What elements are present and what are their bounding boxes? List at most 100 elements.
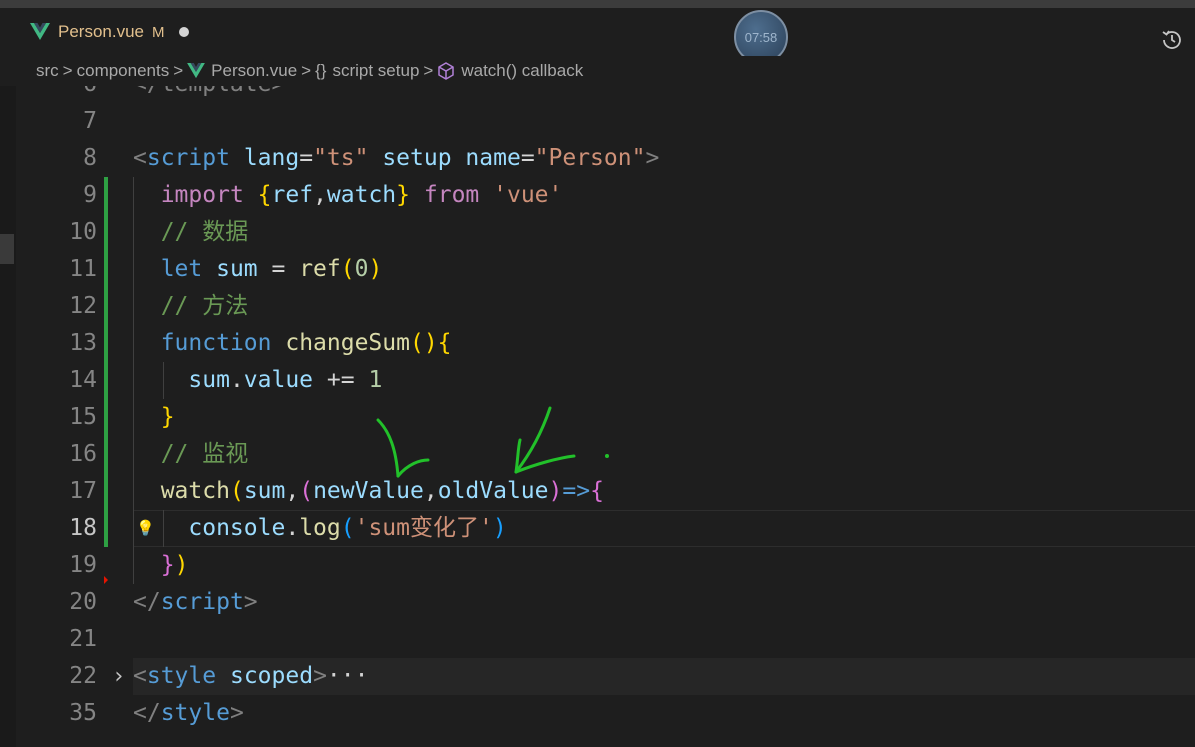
- code-token: watch: [326, 182, 397, 208]
- code-text: // 数据: [133, 214, 249, 251]
- code-text: let sum = ref(0): [133, 251, 383, 288]
- code-line-partial: 6 </template>: [0, 86, 1195, 103]
- code-token: </: [133, 589, 161, 615]
- code-token: >: [313, 663, 327, 689]
- code-line[interactable]: 14 sum.value += 1: [0, 362, 1195, 399]
- code-line[interactable]: 19 }): [0, 547, 1195, 584]
- code-token: function: [160, 330, 272, 356]
- code-token: sum: [188, 367, 230, 393]
- code-token: value: [243, 367, 314, 393]
- code-token: .: [285, 515, 300, 541]
- breadcrumb-item-components[interactable]: components: [77, 61, 170, 81]
- code-token: ): [368, 256, 383, 282]
- line-number: 11: [69, 256, 97, 282]
- code-token: from: [423, 182, 480, 208]
- code-token: setup: [382, 145, 452, 171]
- line-number: 14: [69, 367, 97, 393]
- code-token: }: [396, 182, 411, 208]
- code-line[interactable]: › 22 <style scoped>···: [0, 658, 1195, 695]
- code-token: <: [133, 663, 147, 689]
- code-editor[interactable]: 6 </template> 7 8 <script lang="ts" setup …: [0, 86, 1195, 747]
- tab-modified-indicator: M: [152, 23, 165, 41]
- code-token: let: [160, 256, 203, 282]
- code-token: ref: [271, 182, 314, 208]
- editor-tab[interactable]: Person.vue M: [16, 10, 206, 54]
- code-line[interactable]: 💡 18 console.log('sum变化了'): [0, 510, 1195, 547]
- code-text: function changeSum(){: [133, 325, 452, 362]
- code-token: log: [299, 515, 341, 541]
- breadcrumb: src > components > Person.vue > {} scrip…: [0, 56, 1195, 86]
- breadcrumb-item-watch-callback[interactable]: watch() callback: [461, 61, 583, 81]
- code-token: <: [133, 145, 147, 171]
- code-token: import: [160, 182, 244, 208]
- code-line[interactable]: 7: [0, 103, 1195, 140]
- breadcrumb-item-script-setup[interactable]: script setup: [332, 61, 419, 81]
- code-line[interactable]: 35 </style>: [0, 695, 1195, 732]
- code-token: >: [243, 589, 258, 615]
- code-text: <script lang="ts" setup name="Person">: [133, 140, 659, 177]
- code-token: "Person": [534, 145, 646, 171]
- fold-chevron-icon[interactable]: ›: [112, 658, 125, 695]
- code-line[interactable]: 12 // 方法: [0, 288, 1195, 325]
- code-token: (: [229, 478, 244, 504]
- code-line[interactable]: 13 function changeSum(){: [0, 325, 1195, 362]
- code-line[interactable]: 9 import {ref,watch} from 'vue': [0, 177, 1195, 214]
- vue-icon: [187, 63, 206, 79]
- code-token: 0: [354, 256, 369, 282]
- code-token: name: [465, 145, 521, 171]
- breadcrumb-separator: >: [173, 61, 184, 80]
- code-line[interactable]: 10 // 数据: [0, 214, 1195, 251]
- code-token: +=: [313, 367, 369, 393]
- line-number: 6: [0, 86, 97, 103]
- history-icon[interactable]: [1160, 28, 1184, 52]
- code-token: 1: [368, 367, 383, 393]
- code-token: // 数据: [160, 219, 249, 245]
- code-line[interactable]: 8 <script lang="ts" setup name="Person">: [0, 140, 1195, 177]
- code-token: changeSum: [285, 330, 410, 356]
- diff-deleted-marker: [104, 576, 108, 584]
- breadcrumb-item-src[interactable]: src: [36, 61, 59, 81]
- code-token: sum: [216, 256, 258, 282]
- code-line[interactable]: 21: [0, 621, 1195, 658]
- code-token: console: [188, 515, 286, 541]
- code-token: style: [160, 700, 230, 726]
- unsaved-dot-icon[interactable]: [178, 27, 189, 37]
- breadcrumb-item-file[interactable]: Person.vue: [211, 61, 297, 81]
- vue-icon: [30, 23, 50, 40]
- window-top-strip: [0, 0, 1195, 8]
- code-token: style: [146, 663, 217, 689]
- code-token: (: [299, 478, 314, 504]
- line-number: 16: [69, 441, 97, 467]
- indent-guide: [163, 510, 164, 547]
- code-line[interactable]: 20 </script>: [0, 584, 1195, 621]
- code-token: ···: [326, 663, 369, 689]
- code-line[interactable]: 11 let sum = ref(0): [0, 251, 1195, 288]
- line-number: 20: [69, 589, 97, 615]
- line-number: 19: [69, 552, 97, 578]
- code-token: ,: [285, 478, 300, 504]
- code-token: .: [229, 367, 244, 393]
- code-token: watch: [160, 478, 230, 504]
- indent-guide: [133, 177, 134, 584]
- code-text: <style scoped>···: [133, 658, 368, 695]
- cube-icon: [438, 62, 455, 80]
- git-added-gutter-bar: [104, 177, 108, 547]
- code-token: "ts": [313, 145, 369, 171]
- breadcrumb-separator: >: [301, 61, 312, 80]
- code-token: ): [492, 515, 507, 541]
